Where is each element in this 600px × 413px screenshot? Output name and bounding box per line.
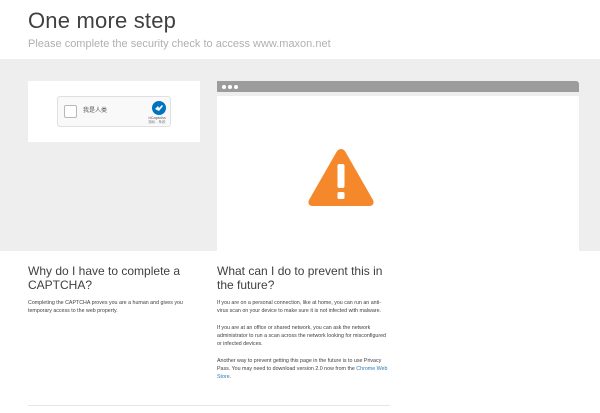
browser-viewport <box>217 96 579 253</box>
hcaptcha-links[interactable]: 隐私 - 条款 <box>144 120 170 124</box>
hcaptcha-widget[interactable]: 我是人类 hCaptcha 隐私 - 条款 <box>57 96 171 127</box>
why-body: Completing the CAPTCHA proves you are a … <box>28 300 183 314</box>
browser-dot-icon <box>222 84 226 89</box>
prevent-paragraph-1: If you are on a personal connection, lik… <box>217 300 382 314</box>
prevent-paragraph-3: Another way to prevent getting this page… <box>217 357 392 381</box>
prevent-paragraph-3-end: . <box>229 374 232 380</box>
why-heading: Why do I have to complete a CAPTCHA? <box>28 264 181 292</box>
page-title: One more step <box>28 8 177 33</box>
why-section: Why do I have to complete a CAPTCHA? Com… <box>28 264 188 315</box>
browser-illustration <box>217 81 579 253</box>
prevent-paragraph-2: If you are at an office or shared networ… <box>217 325 386 347</box>
browser-dot-icon <box>234 84 238 89</box>
page-subtitle: Please complete the security check to ac… <box>28 38 331 50</box>
prevent-section: What can I do to prevent this in the fut… <box>217 264 392 381</box>
hcaptcha-checkbox-label: 我是人类 <box>83 108 108 114</box>
prevent-heading: What can I do to prevent this in the fut… <box>217 264 383 292</box>
hcaptcha-checkbox[interactable] <box>64 105 77 118</box>
hcaptcha-logo-icon <box>152 101 166 115</box>
warning-triangle-icon <box>308 149 374 206</box>
page-header: One more step Please complete the securi… <box>28 7 588 51</box>
captcha-panel: 我是人类 hCaptcha 隐私 - 条款 <box>28 81 200 142</box>
footer-divider <box>28 405 390 406</box>
browser-dot-icon <box>228 84 232 89</box>
